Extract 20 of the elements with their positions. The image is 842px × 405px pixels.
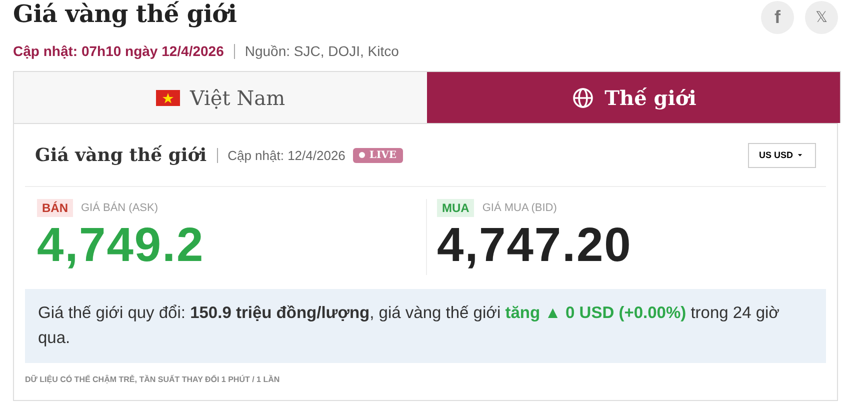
price-value: 4,749.2 [37,218,206,274]
update-time: Cập nhật: 07h10 ngày 12/4/2026 [13,43,224,59]
facebook-button[interactable]: f [761,0,794,34]
page-title: Giá vàng thế giới [13,0,237,28]
tab[interactable]: Việt Nam [14,72,427,123]
source-text: Nguồn: SJC, DOJI, Kitco [244,43,399,59]
currency-dropdown[interactable]: US USD [748,142,816,168]
live-badge: LIVE [353,148,403,162]
price-label: GIÁ BÁN (ASK) [81,202,158,214]
delay-note: DỮ LIỆU CÓ THỂ CHẬM TRỄ, TẦN SUẤT THAY ĐỔI 1 PHÚT / 1 LẦN [25,375,281,384]
summary-text: Giá thế giới quy đổi: 150.9 triệu đồng/lượng, giá vàng thế giới tăng ▲ 0 USD (+0.00%) trong 24 giờ qua. [25,289,826,363]
x-button[interactable]: 𝕏 [805,0,838,34]
price-value: 4,747.20 [437,218,633,274]
buy-badge: MUA [437,199,474,217]
card-title: Giá vàng thế giới [35,144,207,166]
tab[interactable]: Thế giới [427,72,840,123]
update-date: Cập nhật: 12/4/2026 [228,148,346,162]
price-label: GIÁ MUA (BID) [482,202,557,214]
sell-badge: BÁN [37,199,73,217]
globe-icon [570,86,595,110]
